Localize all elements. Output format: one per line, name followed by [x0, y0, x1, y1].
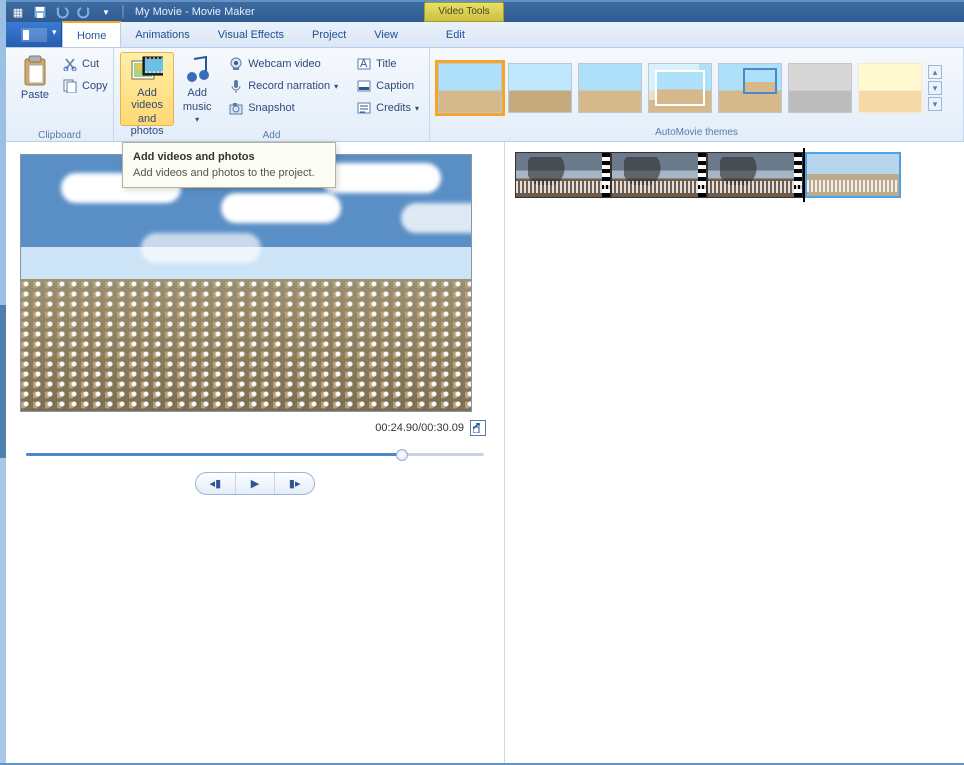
credits-label: Credits: [376, 102, 411, 114]
clip-3[interactable]: [707, 152, 803, 198]
title-button[interactable]: A Title: [352, 54, 423, 74]
content-area: 00:24.90/00:30.09 ◂▮ ▶ ▮▸: [6, 142, 964, 763]
qat-redo-icon[interactable]: [76, 4, 92, 20]
group-add: Add videos and photos Add music ▾ Webcam…: [114, 48, 430, 141]
tab-edit[interactable]: Edit: [432, 22, 479, 47]
mic-icon: [228, 78, 244, 94]
theme-sepia[interactable]: [858, 63, 922, 113]
tab-visual-effects[interactable]: Visual Effects: [204, 22, 298, 47]
cut-button[interactable]: Cut: [58, 54, 112, 74]
seek-slider[interactable]: [26, 446, 484, 462]
tab-animations[interactable]: Animations: [121, 22, 203, 47]
window-title: My Movie - Movie Maker: [135, 6, 255, 18]
copy-icon: [62, 78, 78, 94]
snapshot-label: Snapshot: [248, 102, 294, 114]
next-frame-button[interactable]: ▮▸: [275, 473, 314, 494]
caption-button[interactable]: Caption: [352, 76, 423, 96]
copy-button[interactable]: Copy: [58, 76, 112, 96]
cut-label: Cut: [82, 58, 99, 70]
title-bar: ▦ ▼ │ My Movie - Movie Maker Video Tools: [6, 2, 964, 22]
qat-undo-icon[interactable]: [54, 4, 70, 20]
time-display: 00:24.90/00:30.09: [375, 422, 464, 434]
ribbon: Paste Cut Copy Clipboard: [6, 48, 964, 142]
paste-label: Paste: [21, 89, 49, 101]
app-window: ▦ ▼ │ My Movie - Movie Maker Video Tools…: [6, 2, 964, 763]
record-narration-button[interactable]: Record narration ▾: [224, 76, 342, 96]
preview-pane: 00:24.90/00:30.09 ◂▮ ▶ ▮▸: [6, 142, 504, 763]
snapshot-icon: [228, 100, 244, 116]
clip-2[interactable]: [611, 152, 707, 198]
tooltip: Add videos and photos Add videos and pho…: [122, 142, 336, 188]
storyboard-pane[interactable]: [504, 142, 964, 763]
record-label: Record narration: [248, 80, 330, 92]
add-videos-photos-button[interactable]: Add videos and photos: [120, 52, 174, 126]
clip-1[interactable]: [515, 152, 611, 198]
credits-icon: [356, 100, 372, 116]
webcam-video-button[interactable]: Webcam video: [224, 54, 342, 74]
paste-button[interactable]: Paste: [12, 52, 58, 126]
theme-scroll-up-icon[interactable]: ▴: [928, 65, 942, 79]
tooltip-title: Add videos and photos: [133, 151, 325, 163]
theme-pip[interactable]: [718, 63, 782, 113]
clip-4-photo[interactable]: [805, 152, 901, 198]
tab-home[interactable]: Home: [62, 21, 121, 47]
qat-app-icon[interactable]: ▦: [10, 4, 26, 20]
add-music-button[interactable]: Add music ▾: [174, 52, 220, 126]
group-clipboard: Paste Cut Copy Clipboard: [6, 48, 114, 141]
prev-frame-button[interactable]: ◂▮: [196, 473, 236, 494]
addvp-label1: Add videos: [127, 87, 167, 111]
credits-button[interactable]: Credits ▾: [352, 98, 423, 118]
caption-icon: [356, 78, 372, 94]
theme-pan[interactable]: [508, 63, 572, 113]
cut-icon: [62, 56, 78, 72]
play-button[interactable]: ▶: [236, 473, 276, 494]
music-icon: [181, 55, 213, 85]
qat-dropdown-icon[interactable]: ▼: [98, 4, 114, 20]
caption-label: Caption: [376, 80, 414, 92]
group-themes: ▴ ▾ ▾ AutoMovie themes: [430, 48, 964, 141]
title-label: Title: [376, 58, 396, 70]
fullscreen-button[interactable]: [470, 420, 486, 436]
file-menu-button[interactable]: [6, 22, 62, 47]
group-themes-label: AutoMovie themes: [430, 127, 963, 141]
theme-3[interactable]: [578, 63, 642, 113]
tooltip-body: Add videos and photos to the project.: [133, 167, 325, 179]
theme-bw[interactable]: [788, 63, 852, 113]
theme-default[interactable]: [438, 63, 502, 113]
paste-icon: [19, 55, 51, 87]
addmusic-label1: Add: [187, 87, 207, 99]
addmusic-label2: music: [183, 101, 212, 113]
ribbon-tabs: Home Animations Visual Effects Project V…: [6, 22, 964, 48]
theme-gallery-scroll[interactable]: ▴ ▾ ▾: [928, 65, 942, 111]
theme-scroll-down-icon[interactable]: ▾: [928, 81, 942, 95]
theme-gallery-expand-icon[interactable]: ▾: [928, 97, 942, 111]
tab-project[interactable]: Project: [298, 22, 360, 47]
contextual-tab-group: Video Tools: [424, 2, 504, 22]
title-icon: A: [356, 56, 372, 72]
video-preview[interactable]: [20, 154, 472, 412]
snapshot-button[interactable]: Snapshot: [224, 98, 342, 118]
addmusic-dd: ▾: [195, 115, 199, 124]
playback-controls: ◂▮ ▶ ▮▸: [195, 472, 315, 495]
webcam-icon: [228, 56, 244, 72]
clip-strip: [515, 152, 954, 198]
credits-dd: ▾: [415, 104, 419, 113]
copy-label: Copy: [82, 80, 108, 92]
theme-fade[interactable]: [648, 63, 712, 113]
qat-save-icon[interactable]: [32, 4, 48, 20]
tab-view[interactable]: View: [360, 22, 412, 47]
record-dd: ▾: [334, 82, 338, 91]
add-videos-photos-icon: [131, 55, 163, 85]
webcam-label: Webcam video: [248, 58, 321, 70]
svg-text:A: A: [360, 58, 368, 70]
